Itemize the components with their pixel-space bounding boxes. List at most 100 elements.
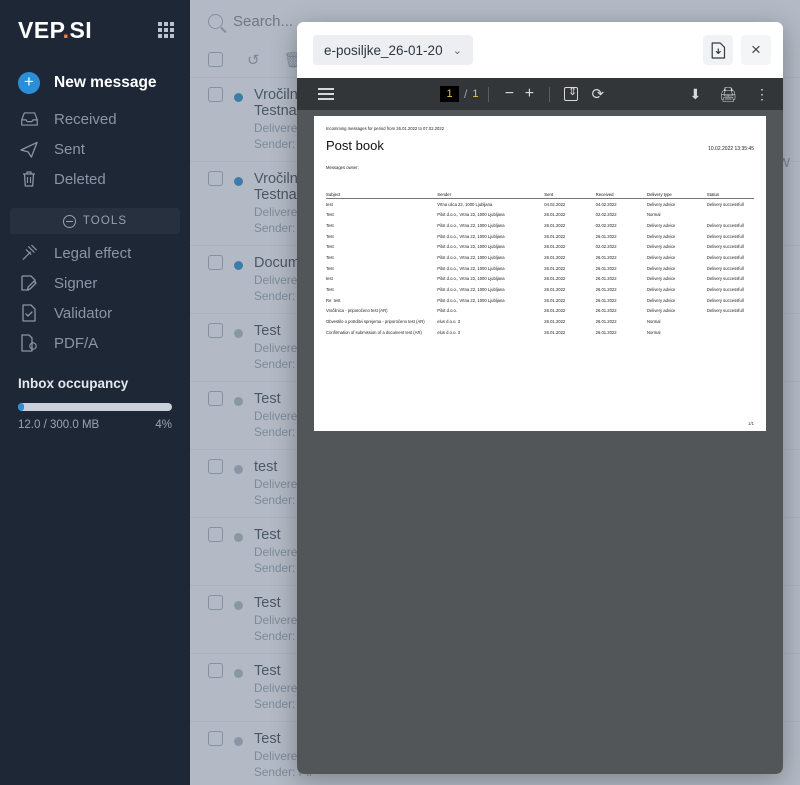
pdf-table-row: Test Pilot d.o.o., Vrtna 22, 1000 Ljublja… [326,220,754,231]
pdf-table-cell: Vročilnica - priporočeno test (AR) [326,308,388,314]
apps-grid-icon[interactable] [158,22,174,38]
pdf-table-row: Test Pilot d.o.o., Vrtna 22, 1000 Ljublja… [326,263,754,274]
sidebar-item-label: Validator [54,304,113,322]
close-modal-button[interactable]: × [741,35,771,65]
pdf-table-cell: 26.01.2022 [544,212,566,218]
sidebar-nav: + New message Received Sent Deleted TOOL… [0,68,190,358]
sidebar-item-received[interactable]: Received [0,104,190,134]
pdf-table-cell: Test [326,244,334,250]
pdf-table-cell: 26.01.2022 [595,276,617,282]
gavel-icon [18,242,40,264]
pdf-table-row: Obvestilo o potrditvi sprejema - priporo… [326,316,754,327]
page-separator: / [464,87,468,101]
pdf-table-cell: 26.01.2022 [544,276,566,282]
pdf-table-cell: Delivery advice [646,244,676,250]
sidebar-item-validator[interactable]: Validator [0,298,190,328]
paper-plane-icon [18,138,40,160]
more-vertical-icon[interactable]: ⋮ [755,86,769,103]
page-navigation: 1 / 1 [440,86,478,102]
pdf-table-cell: 26.01.2022 [544,244,566,250]
sidebar-item-signer[interactable]: Signer [0,268,190,298]
pdf-table-cell: Normal [646,318,661,324]
sidebar-item-label: Sent [54,140,85,158]
pdf-table-cell: 26.01.2022 [544,286,566,292]
rotate-icon[interactable]: ⟳ [591,85,604,103]
logo-part-2: SI [69,16,93,43]
pdf-table-cell: Delivery advice [646,286,676,292]
pdf-table-cell: test [326,201,333,207]
pdf-table-cell: Pilot d.o.o., Vrtna 22, 1000 Ljubljana [437,286,505,292]
pdf-table-cell: Delivery successfull [706,276,744,282]
pdf-table: Subject Sender Sent Received Delivery type St… [326,192,754,338]
file-selector-dropdown[interactable]: e-posiljke_26-01-202 ⌄ [313,35,473,65]
pdf-table-cell: 26.01.2022 [595,297,617,303]
pdf-table-cell: Delivery successfull [706,297,744,303]
close-icon: × [751,40,761,59]
page-number-input[interactable]: 1 [440,86,459,102]
pdf-kicker: Incomming messages for period from 26.01… [326,126,445,131]
pdf-table-cell: 26.01.2022 [544,254,566,260]
pdf-table-cell: Pilot d.o.o., Vrtna 22, 1000 Ljubljana [437,212,505,218]
toolbar-divider-2 [549,86,551,102]
sidebar-toggle-icon[interactable] [318,88,334,100]
pdf-table-cell: 04.02.2022 [544,201,566,207]
occupancy-progress-fill [18,403,25,411]
pdf-toolbar-right: ⬇ 🖨 ⋮ [689,86,773,103]
pdf-table-cell: Vrtna ulica 22, 1000 Ljubljana [437,201,493,207]
pdf-table-cell: 26.01.2022 [544,233,566,239]
pdf-table-cell: 26.01.2022 [544,329,566,335]
pdf-table-row: test Pilot d.o.o., Vrtna 22, 1000 Ljublja… [326,274,754,285]
pdf-table-cell: Delivery advice [646,308,676,314]
pdf-table-cell: Test [326,286,334,292]
pdf-table-cell: 26.01.2022 [595,308,617,314]
pdf-table-cell: 02.02.2022 [595,212,617,218]
brand-row: VEP.SI [0,0,190,46]
save-document-button[interactable] [703,35,733,65]
zoom-out-button[interactable]: − [499,85,519,103]
pdf-table-cell: 26.01.2022 [595,286,617,292]
new-message-label: New message [54,74,157,91]
document-check-icon [18,302,40,324]
minus-circle-icon [62,214,76,228]
pdf-page: Incomming messages for period from 26.01… [314,116,766,431]
sidebar-item-label: PDF/A [54,334,99,352]
sidebar-item-deleted[interactable]: Deleted [0,164,190,194]
pdf-toolbar: 1 / 1 − + ⟳ ⬇ 🖨 ⋮ [297,78,783,110]
pdf-table-cell: Delivery advice [646,297,676,303]
sidebar-item-label: Signer [54,274,98,292]
tools-collapse-header[interactable]: TOOLS [10,208,180,234]
pdf-table-cell: Delivery successfull [706,265,744,271]
sidebar-item-label: Deleted [54,170,106,188]
sidebar-item-pdfa[interactable]: PDF/A [0,328,190,358]
pdf-table-cell: Pilot d.o.o., Vrtna 22, 1000 Ljubljana [437,254,505,260]
pdf-table-cell: 04.02.2022 [595,201,617,207]
new-message-button[interactable]: + New message [0,68,190,98]
sidebar-item-legal-effect[interactable]: Legal effect [0,238,190,268]
pdf-table-cell: Pilot d.o.o., Vrtna 22, 1000 Ljubljana [437,233,505,239]
sidebar-item-sent[interactable]: Sent [0,134,190,164]
pdf-page-scroll[interactable]: Incomming messages for period from 26.01… [297,110,783,774]
pdf-table-cell: Delivery advice [646,222,676,228]
pdf-table-cell: 26.01.2022 [544,265,566,271]
zoom-in-button[interactable]: + [519,85,539,103]
pdf-table-cell: Test [326,222,334,228]
pdf-table-cell: Normal [646,212,661,218]
inbox-icon [18,108,40,130]
pdf-owner-label: Messages owner: [326,165,359,170]
pdf-table-cell: 02.02.2022 [595,222,617,228]
pdf-table-cell: Delivery successfull [706,308,744,314]
chevron-down-icon: ⌄ [452,44,462,57]
occupancy-percent: 4% [155,419,172,431]
tools-label: TOOLS [82,215,128,227]
pdf-table-cell: Test [326,233,334,239]
download-icon[interactable]: ⬇ [689,86,701,103]
fit-page-icon[interactable] [564,85,579,101]
pdf-table-cell: Delivery advice [646,265,676,271]
print-icon[interactable]: 🖨 [719,86,737,103]
pdf-table-cell: 26.01.2022 [595,265,617,271]
pdf-table-cell: elus d.o.o. 3 [437,318,461,324]
pdf-table-cell: 26.01.2022 [595,318,617,324]
pdf-table-cell: elus d.o.o. 3 [437,329,461,335]
pdf-table-row: Vročilnica - priporočeno test (AR) Pilot … [326,306,754,317]
pdf-table-cell: test [326,276,333,282]
